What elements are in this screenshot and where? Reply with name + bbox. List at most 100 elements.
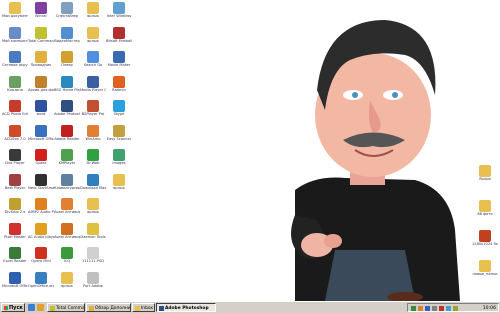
explorer-icon (89, 306, 94, 311)
desktop-icon[interactable]: WinAmp (80, 124, 106, 149)
desktop-icon[interactable]: ярлык (80, 2, 106, 26)
desktop-icon[interactable]: ВидеоМастер (54, 26, 80, 51)
desktop-icon[interactable]: Movie Maker (106, 51, 132, 75)
desktop-icon[interactable]: Easy Scanner (106, 124, 132, 149)
desktop-icon[interactable]: Radmin (106, 75, 132, 100)
desktop-icon[interactable]: Best Player (2, 173, 28, 198)
desktop-icon[interactable]: word (28, 100, 54, 124)
desktop-icon[interactable]: Adobe Photoshop (54, 100, 80, 124)
desktop-icon[interactable]: Opera Mini (28, 247, 54, 271)
desktop-icon[interactable]: Мой компьютер (2, 26, 28, 51)
desktop-icon[interactable]: 88 фото (472, 200, 498, 224)
desktop-icon[interactable]: ярлык (54, 271, 80, 296)
desktop-icon[interactable]: Корзина (2, 75, 28, 100)
desktop-icon[interactable]: Daemon Tools (80, 222, 106, 247)
desktop-icon[interactable]: ACDSee 7.0 (2, 124, 28, 149)
desktop-icon[interactable]: Search Go (80, 51, 106, 75)
desktop-icon-label: BSG Home Player (54, 87, 80, 92)
desktop-icon[interactable]: Opera (28, 149, 54, 173)
desktop-icon[interactable]: Мои документы (2, 2, 28, 26)
desktop-icon[interactable]: Архив для фотографий (28, 75, 54, 100)
volume-tray-icon[interactable] (432, 306, 437, 311)
desktop-icon-label: Корзина (7, 87, 23, 92)
desktop-icon[interactable]: Port Adobe (80, 271, 106, 296)
antivirus-tray-icon[interactable] (418, 306, 423, 311)
desktop-icon[interactable]: Avast Антивирус 2 (54, 222, 80, 247)
desktop-icon-label: 111111.PSD (81, 259, 105, 263)
desktop-icon[interactable]: DivXAlo 2.x (2, 198, 28, 222)
desktop-icon[interactable]: Bitsoft Firewall (106, 26, 132, 51)
app-icon (35, 149, 47, 161)
app-icon (113, 124, 125, 137)
folder-icon (87, 198, 99, 210)
desktop-icon-label: word (36, 112, 46, 116)
desktop-icon[interactable]: ICQ (54, 247, 80, 271)
desktop-icon[interactable]: Download Master (80, 173, 106, 198)
desktop-icon[interactable]: Inter Wireless (106, 2, 132, 26)
taskbar-button[interactable]: Total Commander 6.54a (47, 303, 85, 312)
desktop-icon[interactable]: Avast Антивирус (54, 198, 80, 222)
network-tray-icon[interactable] (411, 306, 416, 311)
desktop-icon[interactable]: AIMP2 Audio Player (28, 198, 54, 222)
language-tray-icon[interactable] (425, 306, 430, 311)
desktop-icon[interactable]: Media Player Classic (80, 75, 106, 100)
desktop-icon[interactable]: Сетевое окружение (2, 51, 28, 75)
desktop-icon[interactable]: ACD Photo Editor 3.1 (2, 100, 28, 124)
desktop-icon[interactable]: BSPlayer Pro (80, 100, 106, 124)
desktop-icon-label: Спектайзер (55, 14, 79, 18)
app-icon (35, 247, 47, 259)
app-icon (61, 26, 73, 39)
messenger-tray-icon[interactable] (446, 306, 451, 311)
desktop-icon[interactable]: Adobe Reader (54, 124, 80, 149)
desktop-icon[interactable]: Microsoft Office Outlook (2, 271, 28, 296)
desktop-icon[interactable]: Dr.Web (80, 149, 106, 173)
desktop-icon[interactable]: 111111.PSD (80, 247, 106, 271)
app-icon (35, 100, 47, 112)
app-icon (9, 173, 21, 186)
desktop-icon[interactable]: Nero StartSmart (28, 173, 54, 198)
app-icon (61, 51, 73, 63)
desktop-icon[interactable]: BSG Home Player (54, 75, 80, 100)
desktop-icon-label: KMPlayer (58, 161, 76, 165)
desktop-icon[interactable]: Клавиатурный тренажер (54, 173, 80, 198)
taskbar-button[interactable]: Обзор Дополнительно доп.. (86, 303, 131, 312)
app-icon (9, 271, 21, 284)
desktop-icon[interactable]: Total Commander (28, 26, 54, 51)
taskbar-button[interactable]: Adobe Photoshop (156, 303, 216, 312)
desktop-icon[interactable]: Плеер (54, 51, 80, 75)
desktop-icon-label: Best Player (4, 185, 26, 190)
quick-launch-folder-icon[interactable] (37, 304, 44, 311)
desktop-icon[interactable]: OpenOffice.org 3.0 (28, 271, 54, 296)
desktop-icon[interactable]: Microsoft Office FrontPage (28, 124, 54, 149)
start-button[interactable]: Пуск (1, 303, 25, 312)
app-icon (9, 149, 21, 161)
desktop-icon[interactable]: Excel Reader (2, 247, 28, 271)
desktop-icon[interactable]: Pixel Master (2, 222, 28, 247)
desktop-icon[interactable]: AC Audio player (28, 222, 54, 247)
desktop-icon[interactable]: Images (106, 149, 132, 173)
desktop-icon[interactable]: 1280x1024 Touch Pro (472, 230, 498, 254)
desktop-icon[interactable]: Skype (106, 100, 132, 124)
desktop-icon[interactable]: новые_папки (472, 260, 498, 284)
desktop-icon-label: Total Commander (28, 38, 54, 43)
computer-icon (9, 26, 21, 39)
desktop-icon-label: ICQ (63, 259, 71, 263)
quick-launch-ie-icon[interactable] (28, 304, 35, 311)
desktop-icon[interactable]: ярлык (80, 26, 106, 51)
desktop-icon[interactable]: Ярлык (472, 165, 498, 189)
taskbar-button[interactable]: Inbox (132, 303, 155, 312)
desktop-icon[interactable]: Dvd Player (2, 149, 28, 173)
desktop-icon-label: Download Master (80, 185, 106, 190)
desktop-icon[interactable]: Winrar (28, 2, 54, 26)
desktop-icon[interactable]: ярлык (80, 198, 106, 222)
wallpaper-caricature (291, 20, 460, 301)
desktop-icon[interactable]: Проводник (28, 51, 54, 75)
update-tray-icon[interactable] (453, 306, 458, 311)
desktop-icon[interactable]: Спектайзер (54, 2, 80, 26)
desktop-icon-label: OpenOffice.org 3.0 (28, 283, 54, 288)
desktop-icon[interactable]: KMPlayer (54, 149, 80, 173)
desktop-icon[interactable]: ярлык (106, 173, 132, 198)
clock[interactable]: 10:06 (483, 304, 496, 313)
desktop-icon-label: ВидеоМастер (54, 38, 80, 43)
app-tray-icon[interactable] (439, 306, 444, 311)
